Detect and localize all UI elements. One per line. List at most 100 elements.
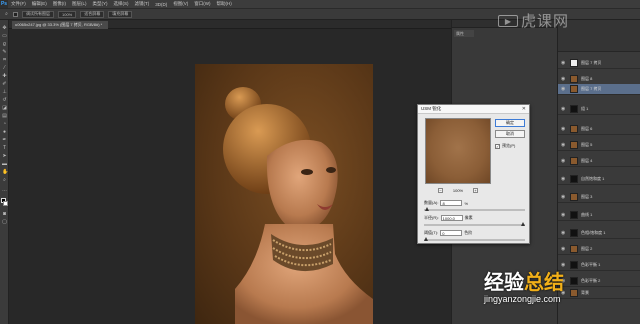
radius-slider-handle[interactable] (521, 222, 525, 226)
type-tool-icon[interactable]: T (2, 146, 7, 151)
menu-filter[interactable]: 滤镜(T) (132, 1, 153, 7)
marquee-tool-icon[interactable]: ▭ (2, 34, 7, 39)
eraser-tool-icon[interactable]: ◪ (2, 106, 7, 111)
layers-panel-header (558, 20, 640, 52)
layer-row[interactable]: ◉ 背景 (558, 288, 640, 299)
brush-tool-icon[interactable]: ✐ (2, 82, 7, 87)
shape-tool-icon[interactable]: ▬ (2, 162, 7, 167)
menu-file[interactable]: 文件(F) (8, 1, 29, 7)
menu-window[interactable]: 窗口(W) (191, 1, 213, 7)
radius-row: 半径(R): 1000.0 像素 (424, 214, 525, 222)
eye-icon[interactable]: ◉ (561, 158, 567, 164)
layer-row[interactable]: ◉ 图层 2 (558, 244, 640, 255)
watermark-top-text: 虎课网 (521, 13, 570, 30)
layer-row[interactable]: ◉ 图层 3 (558, 192, 640, 203)
eye-icon[interactable]: ◉ (561, 106, 567, 112)
lasso-tool-icon[interactable]: ϱ (2, 42, 7, 47)
gradient-tool-icon[interactable]: ▤ (2, 114, 7, 119)
path-select-tool-icon[interactable]: ➤ (2, 154, 7, 159)
menu-select[interactable]: 选择(S) (111, 1, 132, 7)
preview-option[interactable]: ✓ 预览(P) (495, 143, 515, 149)
eye-icon[interactable]: ◉ (561, 230, 567, 236)
layer-row[interactable]: ◉ 曲线 1 (558, 210, 640, 221)
amount-slider[interactable] (424, 207, 525, 211)
quick-select-tool-icon[interactable]: ✎ (2, 50, 7, 55)
clone-stamp-tool-icon[interactable]: ⊥ (2, 90, 7, 95)
eye-icon[interactable]: ◉ (561, 212, 567, 218)
dodge-tool-icon[interactable]: ● (2, 130, 7, 135)
layer-row[interactable]: ◉ 图层 4 (558, 156, 640, 167)
layer-thumbnail (570, 125, 578, 133)
zoom-100-button[interactable]: 100% (58, 10, 77, 18)
move-tool-icon[interactable]: ✥ (2, 26, 7, 31)
layer-row[interactable]: ◉ 图层 6 (558, 124, 640, 135)
zoom-tool-icon[interactable]: ⌕ (4, 11, 9, 17)
background-color-swatch[interactable] (3, 201, 8, 206)
eye-icon[interactable]: ◉ (561, 262, 567, 268)
zoom-out-button[interactable]: − (438, 187, 443, 193)
layer-row[interactable]: ◉ 图层 5 (558, 140, 640, 151)
layer-thumbnail (570, 85, 578, 93)
eye-icon[interactable]: ◉ (561, 86, 567, 92)
hand-tool-icon[interactable]: ✋ (2, 170, 8, 175)
close-icon[interactable]: ✕ (522, 107, 526, 112)
watermark-bottom-title-2: 总结 (524, 272, 564, 294)
layer-row[interactable]: ◉ 自然饱和度 1 (558, 174, 640, 185)
healing-brush-tool-icon[interactable]: ✚ (2, 74, 7, 79)
menu-view[interactable]: 视图(V) (170, 1, 191, 7)
cancel-button[interactable]: 取消 (495, 130, 525, 138)
adjustment-mask-thumbnail (570, 229, 578, 237)
amount-input[interactable]: 8 (440, 200, 463, 206)
menu-3d[interactable]: 3D(D) (152, 2, 170, 7)
adjustment-mask-thumbnail (570, 261, 578, 269)
layer-row-selected[interactable]: ◉ 图层 7 拷贝 (558, 84, 640, 95)
eye-icon[interactable]: ◉ (561, 60, 567, 66)
eye-icon[interactable]: ◉ (561, 142, 567, 148)
layer-thumbnail (570, 193, 578, 201)
eye-icon[interactable]: ◉ (561, 76, 567, 82)
crop-tool-icon[interactable]: ⌗ (2, 58, 7, 63)
properties-tab[interactable]: 属性 (454, 30, 474, 37)
quick-mask-icon[interactable]: ◙ (2, 212, 7, 217)
filter-preview[interactable] (425, 118, 491, 184)
menu-edit[interactable]: 编辑(E) (29, 1, 50, 7)
layer-row[interactable]: ◉ 色彩平衡 1 (558, 260, 640, 271)
adjustment-mask-thumbnail (570, 211, 578, 219)
blur-tool-icon[interactable]: ◔ (2, 122, 7, 127)
menu-image[interactable]: 图像(I) (50, 1, 69, 7)
eye-icon[interactable]: ◉ (561, 194, 567, 200)
layer-thumbnail (570, 157, 578, 165)
fit-screen-button[interactable]: 适合屏幕 (80, 10, 105, 18)
ok-button[interactable]: 确定 (495, 119, 525, 127)
menu-help[interactable]: 帮助(H) (214, 1, 235, 7)
layer-row[interactable]: ◉ 组 1 (558, 104, 640, 115)
amount-slider-handle[interactable] (425, 207, 429, 211)
zoom-in-button[interactable]: + (472, 187, 478, 193)
menu-type[interactable]: 类型(Y) (90, 1, 111, 7)
menu-layer[interactable]: 图层(L) (69, 1, 90, 7)
eyedropper-tool-icon[interactable]: ⁄ (2, 66, 7, 71)
eye-icon[interactable]: ◉ (561, 126, 567, 132)
layer-row[interactable]: ◉ 色相/饱和度 1 (558, 228, 640, 239)
threshold-slider-handle[interactable] (424, 237, 428, 241)
layer-row[interactable]: ◉ 图层 7 拷贝 (558, 58, 640, 69)
document-tab[interactable]: u0065x247.jpg @ 33.3% (图层 7 拷贝, RGB/8#) … (12, 21, 108, 29)
threshold-slider[interactable] (424, 237, 525, 241)
radius-slider[interactable] (424, 222, 525, 226)
fill-screen-button[interactable]: 填充屏幕 (108, 10, 133, 18)
zoom-tool-icon[interactable]: ⌕ (2, 178, 7, 183)
eye-icon[interactable]: ◉ (561, 176, 567, 182)
more-tools-icon[interactable]: … (2, 188, 7, 193)
sample-all-layers-checkbox[interactable] (13, 11, 18, 17)
pen-tool-icon[interactable]: ✒ (2, 138, 7, 143)
preview-checkbox-label: 预览(P) (502, 143, 516, 148)
radius-input[interactable]: 1000.0 (440, 215, 463, 221)
photoshop-logo: Ps (0, 0, 8, 8)
threshold-input[interactable]: 0 (440, 230, 463, 236)
screen-mode-icon[interactable]: ▢ (2, 220, 7, 225)
eye-icon[interactable]: ◉ (561, 246, 567, 252)
preview-checkbox[interactable]: ✓ (495, 143, 500, 149)
layer-row[interactable]: ◉ 色彩平衡 2 (558, 276, 640, 287)
canvas-area[interactable] (9, 29, 451, 324)
history-brush-tool-icon[interactable]: ↺ (2, 98, 7, 103)
